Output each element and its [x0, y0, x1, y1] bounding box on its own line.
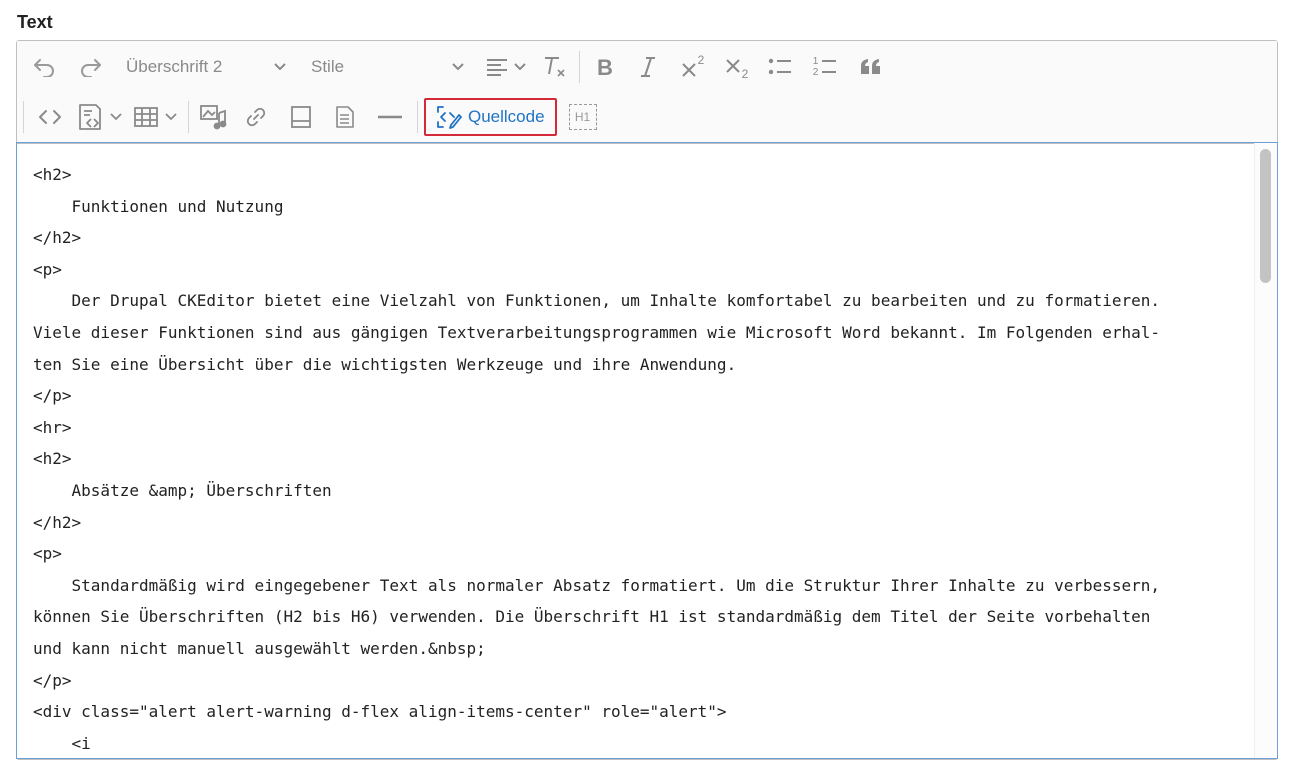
numbered-list-digit: 2 — [812, 67, 819, 78]
footer-block-button[interactable] — [279, 99, 323, 135]
superscript-button[interactable]: 2 — [670, 49, 714, 85]
source-line: </h2> — [33, 228, 82, 248]
superscript-digit: 2 — [697, 53, 705, 67]
source-line: </h2> — [33, 512, 82, 532]
toolbar-row-1: Überschrift 2 Stile B 2 2 1 2 — [17, 45, 894, 89]
style-dropdown[interactable]: Stile — [303, 49, 473, 85]
source-code-text[interactable]: <h2> Funktionen und Nutzung </h2> <p> Der … — [33, 159, 1237, 758]
blockquote-button[interactable] — [848, 49, 894, 85]
source-line: Funktionen und Nutzung — [33, 196, 284, 216]
scrollbar-thumb[interactable] — [1260, 149, 1271, 283]
style-dropdown-value: Stile — [311, 57, 345, 76]
redo-icon — [81, 59, 101, 77]
undo-icon — [34, 59, 54, 77]
heading-dropdown-value: Überschrift 2 — [126, 57, 223, 76]
chevron-down-icon — [452, 63, 464, 71]
toolbar-separator — [188, 101, 189, 133]
toolbar-separator — [23, 101, 24, 133]
numbered-list-button[interactable]: 1 2 — [802, 49, 848, 85]
source-editing-area[interactable]: <h2> Funktionen und Nutzung </h2> <p> Der … — [16, 142, 1278, 759]
source-editing-label: Quellcode — [468, 107, 545, 126]
bulleted-list-button[interactable] — [758, 49, 802, 85]
media-icon — [200, 105, 227, 130]
source-line: <p> — [33, 544, 62, 564]
undo-button[interactable] — [19, 49, 69, 85]
table-icon — [134, 107, 177, 127]
h1-icon: H1 — [568, 104, 597, 130]
bulleted-list-icon — [768, 58, 791, 75]
redo-button[interactable] — [69, 49, 113, 85]
alignment-button[interactable] — [479, 49, 535, 85]
subscript-digit: 2 — [741, 67, 749, 81]
code-block-button[interactable] — [72, 99, 128, 135]
superscript-icon — [681, 63, 696, 77]
source-line: Der Drupal CKEditor bietet eine Vielzahl… — [33, 291, 1161, 311]
source-line: <h2> — [33, 449, 72, 469]
source-line: <hr> — [33, 417, 72, 437]
source-line: ten Sie eine Übersicht über die wichtigs… — [33, 354, 737, 374]
source-line: Standardmäßig wird eingegebener Text als… — [33, 575, 1161, 595]
blockquote-icon — [861, 59, 880, 74]
source-line: </p> — [33, 670, 72, 690]
source-line: <h2> — [33, 165, 72, 184]
link-icon — [246, 107, 266, 127]
bold-button[interactable]: B — [584, 49, 626, 85]
media-button[interactable] — [193, 99, 233, 135]
toolbar-separator — [579, 51, 580, 83]
source-line: </p> — [33, 386, 72, 406]
code-button[interactable] — [28, 99, 72, 135]
horizontal-line-icon — [378, 115, 402, 119]
source-line: Viele dieser Funktionen sind aus gängige… — [33, 322, 1161, 342]
remove-format-icon — [545, 57, 565, 77]
source-code-icon — [437, 106, 462, 129]
italic-icon — [641, 57, 655, 77]
source-line: <p> — [33, 259, 62, 279]
link-button[interactable] — [233, 99, 279, 135]
field-label: Text — [17, 12, 53, 32]
ckeditor: Überschrift 2 Stile B 2 2 1 2 Quellcode … — [16, 40, 1278, 760]
source-line: können Sie Überschriften (H2 bis H6) ver… — [33, 607, 1151, 627]
source-line: Absätze &amp; Überschriften — [33, 480, 332, 500]
numbered-list-icon — [822, 60, 837, 73]
toolbar-row-2: Quellcode H1 — [17, 95, 609, 139]
source-line: <i — [33, 733, 91, 753]
subscript-icon — [725, 59, 740, 73]
code-block-icon — [79, 104, 122, 130]
source-editing-button[interactable]: Quellcode — [424, 98, 557, 136]
numbered-list-digit: 1 — [812, 56, 819, 67]
source-line: und kann nicht manuell ausgewählt werden… — [33, 638, 486, 658]
chevron-down-icon — [274, 63, 286, 71]
document-button[interactable] — [323, 99, 367, 135]
numbered-list-numbers: 1 2 — [813, 56, 819, 78]
code-icon — [39, 110, 61, 124]
toolbar-separator — [417, 101, 418, 133]
heading-dropdown[interactable]: Überschrift 2 — [117, 49, 295, 85]
document-icon — [336, 106, 354, 128]
source-line: <div class="alert alert-warning d-flex a… — [33, 702, 727, 722]
svg-text:B: B — [597, 56, 613, 78]
subscript-button[interactable]: 2 — [714, 49, 758, 85]
bold-icon: B — [597, 56, 613, 78]
horizontal-line-button[interactable] — [367, 99, 413, 135]
heading-h1-button[interactable]: H1 — [557, 99, 609, 135]
table-button[interactable] — [128, 99, 184, 135]
editor-toolbar: Überschrift 2 Stile B 2 2 1 2 Quellcode … — [17, 41, 1277, 144]
remove-format-button[interactable] — [535, 49, 575, 85]
align-left-icon — [487, 59, 526, 76]
italic-button[interactable] — [626, 49, 670, 85]
layout-block-icon — [291, 106, 311, 128]
